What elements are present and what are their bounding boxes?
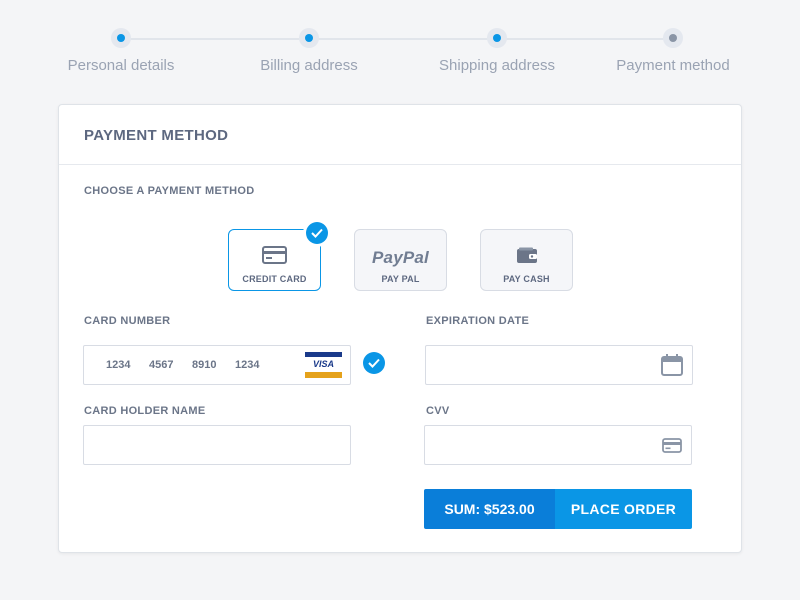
expiration-date-input[interactable]: [425, 345, 693, 385]
expiration-date-label: EXPIRATION DATE: [426, 315, 530, 327]
step-dot: [117, 34, 125, 42]
card-number-label: CARD NUMBER: [84, 315, 171, 327]
method-label: CREDIT CARD: [242, 274, 307, 284]
step-indicator: [487, 28, 507, 48]
card-number-group: 8910: [192, 359, 217, 371]
method-icon-wrap: PayPal: [355, 230, 446, 268]
place-order-label: PLACE ORDER: [555, 489, 692, 529]
check-icon: [306, 222, 328, 244]
method-pay-cash[interactable]: PAY CASH: [480, 229, 573, 291]
step-shipping-address[interactable]: Shipping address: [397, 28, 597, 74]
step-payment-method[interactable]: Payment method: [573, 28, 773, 74]
order-sum: SUM: $523.00: [424, 489, 555, 529]
cvv-label: CVV: [426, 405, 450, 417]
card-number-group: 1234: [235, 359, 260, 371]
method-icon-wrap: [481, 230, 572, 264]
step-label: Personal details: [67, 57, 175, 74]
step-label: Billing address: [260, 57, 358, 74]
selected-badge: [303, 219, 331, 247]
step-dot: [305, 34, 313, 42]
card-header: PAYMENT METHOD: [59, 105, 741, 165]
method-paypal[interactable]: PayPal PAY PAL: [354, 229, 447, 291]
card-holder-name-input[interactable]: [83, 425, 351, 465]
method-label: PAY PAL: [381, 274, 420, 284]
card-holder-name-label: CARD HOLDER NAME: [84, 405, 206, 417]
credit-card-icon: [262, 246, 287, 264]
page-title: PAYMENT METHOD: [84, 127, 229, 144]
paypal-logo: PayPal: [372, 248, 429, 267]
card-number-group: 4567: [149, 359, 174, 371]
checkout-stepper: Personal details Billing address Shippin…: [0, 0, 800, 90]
card-number-input[interactable]: 1234 4567 8910 1234 VISA: [83, 345, 351, 385]
cvv-input[interactable]: [424, 425, 692, 465]
step-personal-details[interactable]: Personal details: [21, 28, 221, 74]
step-indicator: [663, 28, 683, 48]
credit-card-icon: [662, 438, 682, 453]
section-label: CHOOSE A PAYMENT METHOD: [84, 185, 255, 197]
step-billing-address[interactable]: Billing address: [209, 28, 409, 74]
step-label: Payment method: [616, 57, 730, 74]
visa-logo: VISA: [305, 352, 342, 378]
card-number-group: 1234: [106, 359, 131, 371]
payment-card: PAYMENT METHOD CHOOSE A PAYMENT METHOD C…: [58, 104, 742, 553]
step-indicator: [299, 28, 319, 48]
method-credit-card[interactable]: CREDIT CARD: [228, 219, 331, 291]
calendar-icon[interactable]: [661, 354, 683, 376]
card-valid-check-icon: [363, 352, 385, 374]
method-label: PAY CASH: [503, 274, 550, 284]
step-dot: [493, 34, 501, 42]
step-indicator: [111, 28, 131, 48]
place-order-button[interactable]: SUM: $523.00 PLACE ORDER: [424, 489, 692, 529]
step-dot: [669, 34, 677, 42]
step-label: Shipping address: [439, 57, 555, 74]
wallet-icon: [516, 247, 537, 263]
